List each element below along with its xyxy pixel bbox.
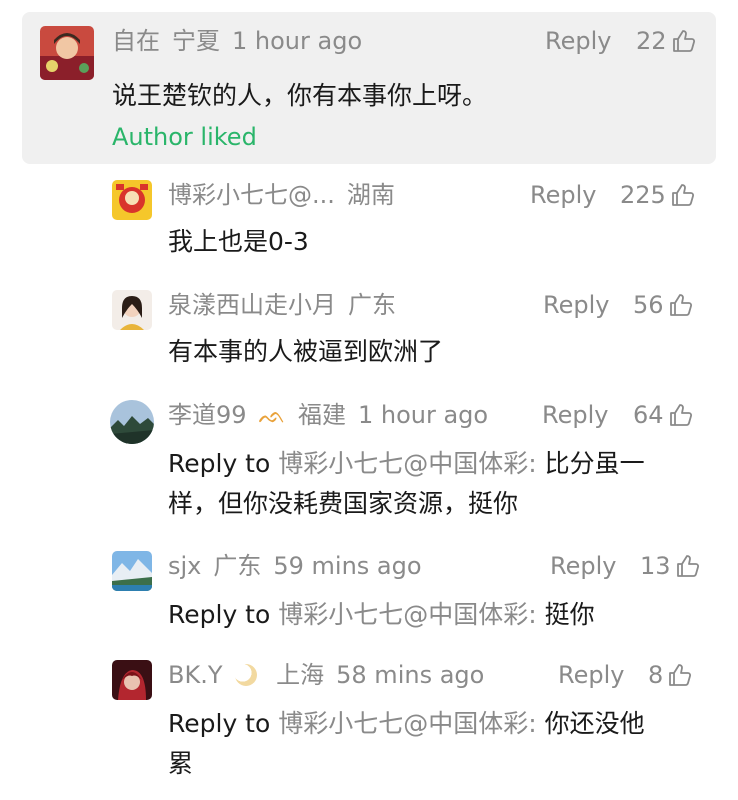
like-button[interactable]: 225 [620, 178, 696, 212]
moon-icon [234, 664, 257, 686]
avatar-image [40, 26, 94, 80]
location: 上海 [276, 661, 325, 689]
thumbs-up-icon [672, 30, 695, 52]
comment-meta: 自在 宁夏 1 hour ago [112, 24, 374, 58]
comment-text-line: 累 [168, 749, 194, 778]
like-button[interactable]: 22 [636, 24, 697, 58]
avatar[interactable] [112, 551, 152, 591]
comment-text: 有本事的人被逼到欧洲了 [168, 337, 444, 366]
avatar[interactable] [40, 26, 94, 80]
reply-button[interactable]: Reply [550, 549, 616, 583]
reply-target-user[interactable]: 博彩小七七@中国体彩 [278, 449, 528, 478]
thumbs-up-icon [669, 294, 692, 316]
thumbs-up-icon [669, 404, 692, 426]
timestamp: 1 hour ago [357, 401, 489, 429]
avatar[interactable] [112, 180, 152, 220]
reply-to-label: Reply to [168, 709, 271, 738]
comment-text: Reply to 博彩小七七@中国体彩: 挺你 [168, 600, 595, 629]
reply-to-label: Reply to [168, 449, 271, 478]
avatar[interactable] [110, 400, 154, 444]
like-button[interactable]: 56 [633, 288, 694, 322]
username[interactable]: sjx [168, 552, 201, 580]
comment-text-line: 样，但你没耗费国家资源，挺你 [168, 489, 519, 518]
avatar[interactable] [112, 660, 152, 700]
like-button[interactable]: 64 [633, 398, 694, 432]
avatar[interactable] [112, 290, 152, 330]
comment-text: 我上也是0-3 [168, 227, 309, 256]
thumbs-up-icon [676, 555, 699, 577]
reply-to-label: Reply to [168, 600, 271, 629]
reply-button[interactable]: Reply [530, 178, 596, 212]
thumbs-up-icon [669, 664, 692, 686]
comment-meta: BK.Y 上海 58 mins ago [168, 658, 496, 692]
like-count: 8 [648, 661, 664, 689]
location: 湖南 [346, 181, 395, 209]
location: 福建 [297, 401, 346, 429]
username[interactable]: 博彩小七七@... [168, 181, 335, 209]
comment-meta: 泉漾西山走小月 广东 [168, 288, 408, 322]
username[interactable]: BK.Y [168, 661, 223, 689]
avatar-image [112, 660, 152, 700]
location: 广东 [213, 552, 262, 580]
like-button[interactable]: 13 [640, 549, 701, 583]
reply-target-user[interactable]: 博彩小七七@中国体彩 [278, 600, 528, 629]
like-count: 13 [640, 552, 671, 580]
comment-text: Reply to 博彩小七七@中国体彩: 比分虽一 样，但你没耗费国家资源，挺你 [168, 444, 708, 524]
location: 广东 [348, 291, 396, 319]
timestamp: 1 hour ago [232, 27, 363, 55]
comment-text: 说王楚钦的人，你有本事你上呀。 [112, 81, 488, 110]
avatar-image [112, 290, 152, 330]
like-count: 56 [633, 291, 664, 319]
comment-meta: sjx 广东 59 mins ago [168, 549, 434, 583]
username[interactable]: 泉漾西山走小月 [168, 291, 336, 319]
comment-text-line: 挺你 [544, 600, 595, 629]
vip-badge-icon: ᨒ [258, 404, 286, 429]
reply-target-user[interactable]: 博彩小七七@中国体彩 [278, 709, 528, 738]
timestamp: 59 mins ago [273, 552, 422, 580]
comment-text-line: 比分虽一 [544, 449, 645, 478]
reply-button[interactable]: Reply [542, 398, 608, 432]
avatar-image [112, 551, 152, 591]
comment-text: Reply to 博彩小七七@中国体彩: 你还没他 累 [168, 704, 708, 784]
reply-button[interactable]: Reply [545, 24, 611, 58]
reply-button[interactable]: Reply [558, 658, 624, 692]
username[interactable]: 李道99 [168, 401, 247, 429]
location: 宁夏 [172, 27, 220, 55]
avatar-image [112, 180, 152, 220]
reply-button[interactable]: Reply [543, 288, 609, 322]
thumbs-up-icon [671, 184, 694, 206]
author-liked-badge: Author liked [112, 123, 257, 151]
comment-meta: 博彩小七七@... 湖南 [168, 178, 407, 212]
like-count: 225 [620, 181, 666, 209]
timestamp: 58 mins ago [336, 661, 485, 689]
username[interactable]: 自在 [112, 27, 160, 55]
like-button[interactable]: 8 [648, 658, 693, 692]
comment-text-line: 你还没他 [544, 709, 645, 738]
like-count: 64 [633, 401, 664, 429]
like-count: 22 [636, 27, 667, 55]
comment-meta: 李道99 ᨒ 福建 1 hour ago [168, 398, 500, 432]
avatar-image [110, 400, 154, 444]
